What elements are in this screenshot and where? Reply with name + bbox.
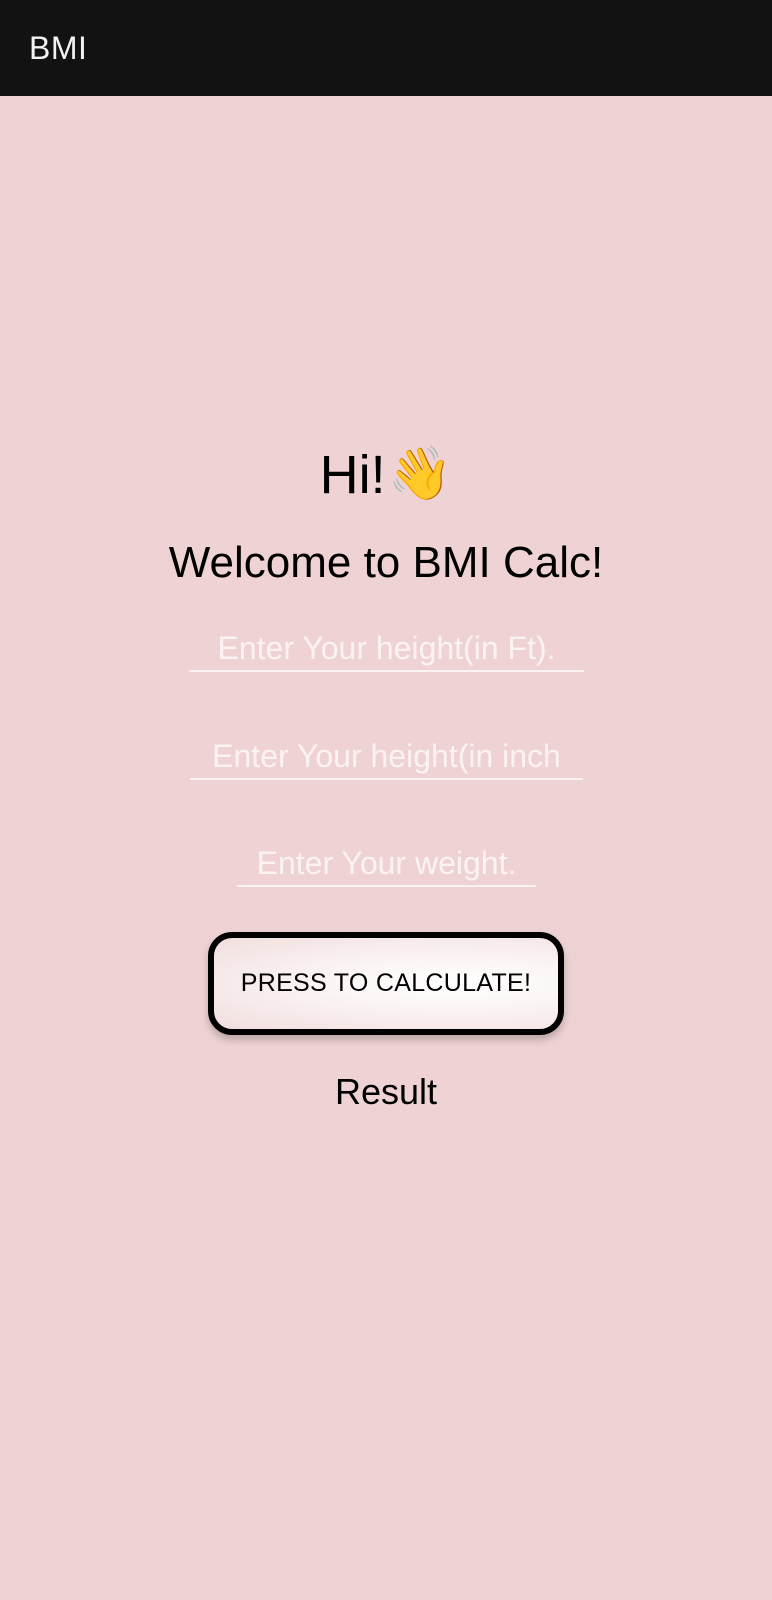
- weight-input[interactable]: [237, 845, 536, 887]
- app-bar: BMI: [0, 0, 772, 96]
- calculate-button[interactable]: PRESS TO CALCULATE!: [208, 932, 564, 1035]
- main-content: Hi! 👋 Welcome to BMI Calc! PRESS TO CALC…: [0, 96, 772, 1600]
- app-title: BMI: [29, 30, 88, 66]
- waving-hand-icon: 👋: [387, 444, 453, 503]
- height-inches-input[interactable]: [190, 738, 583, 780]
- greeting-heading: Hi! 👋: [0, 444, 772, 505]
- greeting-text: Hi!: [319, 445, 386, 505]
- welcome-heading: Welcome to BMI Calc!: [168, 538, 604, 587]
- result-label: Result: [334, 1071, 438, 1112]
- height-feet-input[interactable]: [189, 630, 584, 672]
